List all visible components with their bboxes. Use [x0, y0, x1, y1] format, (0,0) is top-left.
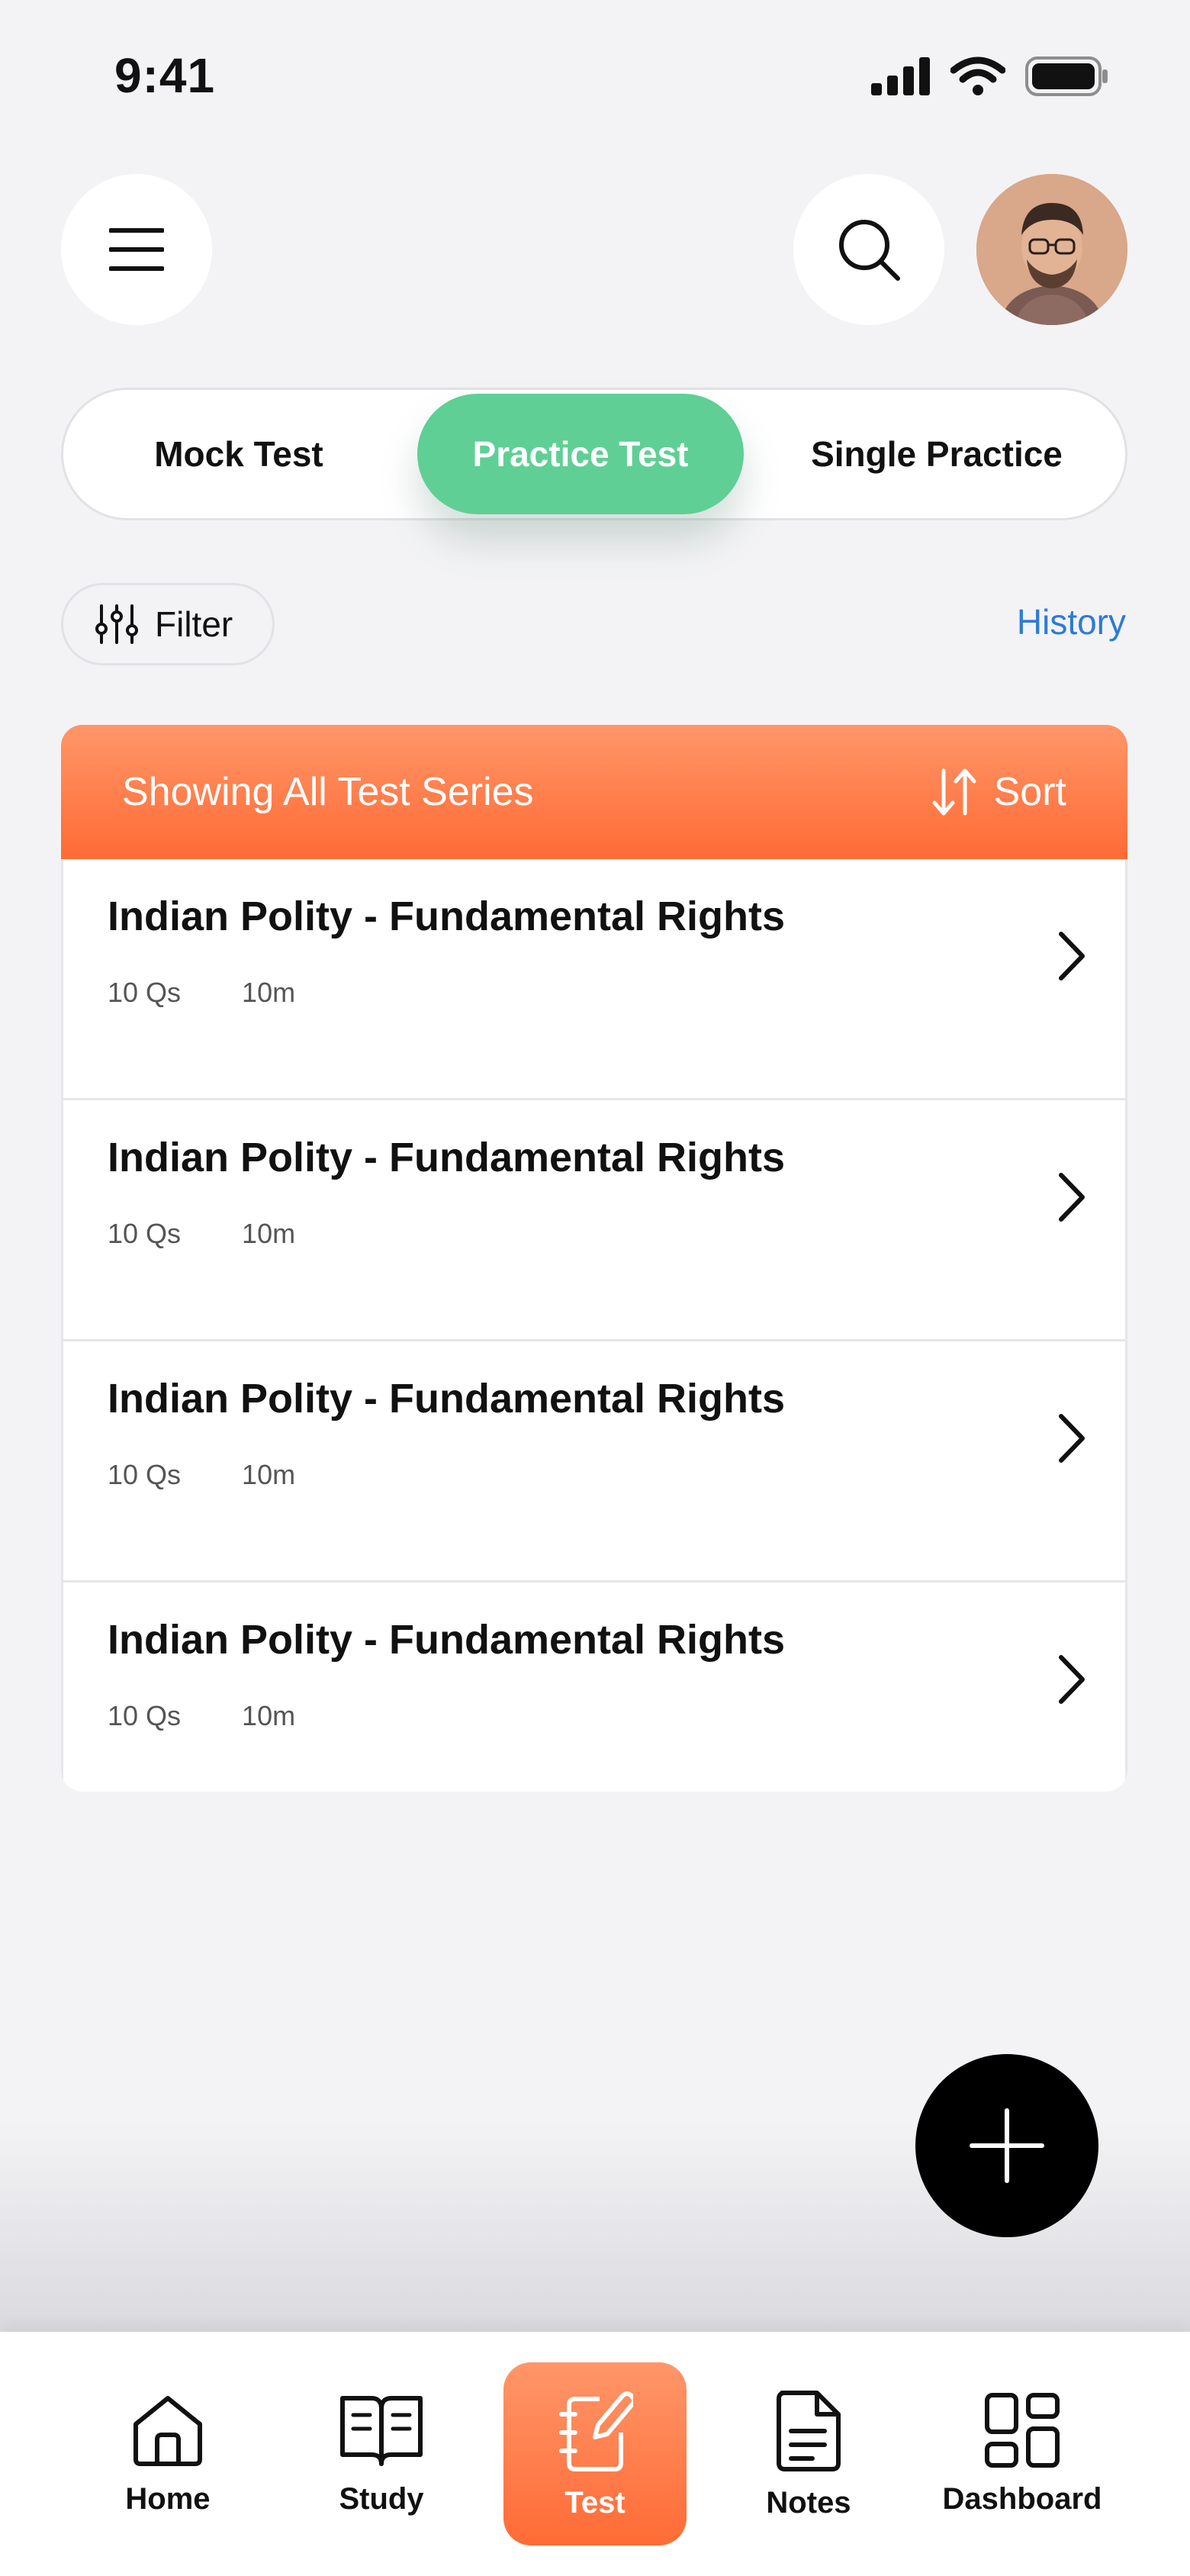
item-questions: 10 Qs: [108, 1218, 182, 1249]
sort-button[interactable]: Sort: [931, 768, 1066, 816]
item-duration: 10m: [242, 1218, 296, 1249]
item-questions: 10 Qs: [108, 1459, 182, 1490]
nav-home[interactable]: Home: [76, 2362, 259, 2545]
item-questions: 10 Qs: [108, 977, 182, 1008]
chevron-right-icon: [1059, 932, 1085, 980]
cellular-signal-icon: [871, 57, 930, 95]
item-meta: 10 Qs 10m: [108, 1459, 295, 1491]
add-button[interactable]: [915, 2054, 1098, 2237]
wifi-icon: [950, 56, 1005, 95]
item-duration: 10m: [242, 977, 296, 1008]
item-meta: 10 Qs 10m: [108, 977, 295, 1009]
nav-test-label: Test: [564, 2485, 626, 2520]
filter-button[interactable]: Filter: [61, 583, 275, 665]
nav-dashboard[interactable]: Dashboard: [931, 2362, 1114, 2545]
notebook-pen-icon: [559, 2391, 633, 2471]
nav-test[interactable]: Test: [503, 2362, 687, 2545]
status-time: 9:41: [114, 48, 216, 103]
item-title: Indian Polity - Fundamental Rights: [108, 1617, 786, 1663]
tab-single-practice[interactable]: Single Practice: [750, 390, 1124, 518]
battery-icon: [1025, 56, 1108, 96]
item-duration: 10m: [242, 1700, 296, 1731]
list-header-title: Showing All Test Series: [122, 770, 534, 814]
menu-button[interactable]: [61, 174, 212, 325]
hamburger-menu-icon: [109, 228, 164, 271]
search-button[interactable]: [793, 174, 944, 325]
list-item[interactable]: Indian Polity - Fundamental Rights 10 Qs…: [61, 859, 1127, 1100]
sort-arrows-icon: [932, 768, 976, 816]
list-item[interactable]: Indian Polity - Fundamental Rights 10 Qs…: [61, 1100, 1127, 1341]
list-item[interactable]: Indian Polity - Fundamental Rights 10 Qs…: [61, 1583, 1127, 1792]
user-avatar[interactable]: [976, 174, 1127, 325]
item-meta: 10 Qs 10m: [108, 1218, 295, 1250]
nav-dashboard-label: Dashboard: [942, 2481, 1102, 2516]
sliders-icon: [95, 604, 138, 644]
bottom-nav: Home Study Test Notes Dashboard: [0, 2332, 1190, 2576]
item-title: Indian Polity - Fundamental Rights: [108, 1135, 786, 1180]
tab-practice-test[interactable]: Practice Test: [417, 394, 744, 514]
sort-label: Sort: [993, 770, 1066, 814]
nav-study-label: Study: [339, 2481, 424, 2516]
search-icon: [839, 220, 900, 281]
chevron-right-icon: [1059, 1414, 1085, 1463]
list-header: Showing All Test Series Sort: [61, 725, 1127, 859]
history-link[interactable]: History: [1017, 601, 1126, 642]
chevron-right-icon: [1059, 1173, 1085, 1222]
screen: 9:41 Mock Test Practice Test Single Prac…: [0, 0, 1190, 2576]
status-icons: [871, 56, 1109, 96]
nav-notes[interactable]: Notes: [717, 2362, 900, 2545]
list-item[interactable]: Indian Polity - Fundamental Rights 10 Qs…: [61, 1341, 1127, 1583]
item-duration: 10m: [242, 1459, 296, 1490]
home-icon: [133, 2395, 202, 2466]
dashboard-grid-icon: [985, 2392, 1060, 2468]
item-title: Indian Polity - Fundamental Rights: [108, 1376, 786, 1422]
item-title: Indian Polity - Fundamental Rights: [108, 894, 786, 939]
document-icon: [777, 2390, 841, 2471]
test-series-card: Showing All Test Series Sort Indian Poli…: [61, 725, 1127, 1792]
chevron-right-icon: [1059, 1655, 1085, 1704]
plus-icon: [970, 2108, 1044, 2183]
nav-home-label: Home: [125, 2481, 211, 2516]
book-icon: [340, 2395, 423, 2466]
nav-study[interactable]: Study: [290, 2362, 473, 2545]
item-meta: 10 Qs 10m: [108, 1700, 295, 1732]
avatar-portrait: [976, 174, 1127, 325]
filter-label: Filter: [155, 604, 233, 644]
test-type-tabs: Mock Test Practice Test Single Practice: [61, 388, 1127, 520]
tab-mock-test[interactable]: Mock Test: [71, 390, 407, 518]
nav-notes-label: Notes: [766, 2485, 851, 2520]
item-questions: 10 Qs: [108, 1700, 182, 1731]
